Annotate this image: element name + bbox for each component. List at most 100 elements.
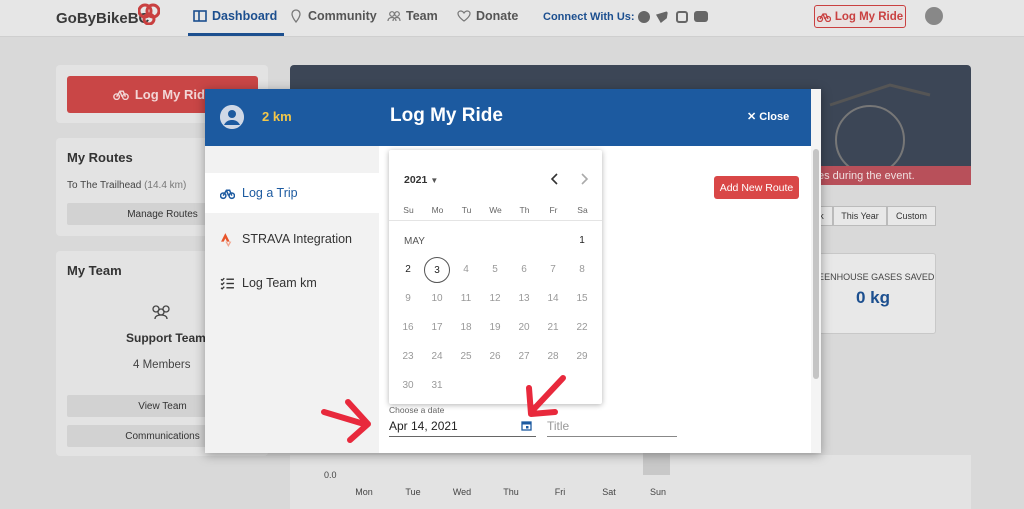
calendar-day: 19 [489,322,501,333]
annotation-arrow-icon [526,375,566,417]
title-input-underline [547,436,677,437]
chart-day-label: Tue [405,487,421,497]
calendar-day: 6 [521,264,527,275]
calendar-day: 15 [576,293,588,304]
scrollbar-thumb[interactable] [813,149,819,379]
calendar-divider [389,220,602,221]
nav-community[interactable]: Community [289,9,377,23]
team-icon [152,305,170,320]
nav-dashboard[interactable]: Dashboard [193,9,277,23]
date-field-underline [389,436,536,437]
sidebar-item-log-trip[interactable]: Log a Trip [205,173,379,213]
team-members-count: 4 Members [133,359,191,371]
add-new-route-button[interactable]: Add New Route [714,176,799,199]
modal-scrollbar[interactable] [811,89,821,453]
weekday-label: Fr [549,205,558,215]
chevron-right-icon[interactable] [577,172,591,186]
top-log-ride-label: Log My Ride [834,10,904,23]
checklist-icon [220,277,234,290]
facebook-icon[interactable] [638,11,650,23]
sidebar-item-label: STRAVA Integration [242,232,353,246]
chevron-left-icon[interactable] [548,172,562,186]
chart-day-label: Thu [503,487,519,497]
my-routes-title: My Routes [67,150,133,165]
route-name: To The Trailhead [67,180,142,191]
calendar-day: 12 [489,293,501,304]
year-selector[interactable]: 2021 ▼ [404,174,438,186]
route-item[interactable]: To The Trailhead (14.4 km) [67,180,186,191]
calendar-day: 17 [431,322,443,333]
calendar-day: 11 [460,293,472,304]
calendar-day[interactable]: 2 [395,257,421,283]
calendar-day: 31 [431,380,443,391]
chart-day-label: Sun [649,487,666,497]
calendar-day: 13 [518,293,530,304]
calendar-day: 4 [463,264,469,275]
sidebar-item-strava[interactable]: STRAVA Integration [205,219,379,259]
date-field[interactable]: Apr 14, 2021 [389,419,458,433]
sidebar-item-log-team[interactable]: Log Team km [205,263,379,303]
date-field-label: Choose a date [389,405,445,415]
route-distance: (14.4 km) [144,180,187,191]
calendar-day: 18 [460,322,472,333]
user-avatar[interactable] [925,7,943,25]
bike-icon [220,189,235,199]
left-log-ride-label: Log My Ride [134,87,213,102]
twitter-icon[interactable] [656,11,668,23]
weekday-label: Mo [431,205,444,215]
brand-logo-icon [138,3,160,25]
heart-icon [457,10,471,22]
sidebar-item-label: Log Team km [242,276,317,290]
calendar-day: 10 [431,293,443,304]
calendar-day: 16 [402,322,414,333]
bike-icon [112,90,129,100]
distance-total: 2 km [262,109,292,124]
chart-day-label: Wed [452,487,472,497]
nav-team[interactable]: Team [387,9,438,23]
youtube-icon[interactable] [694,11,708,22]
filter-custom[interactable]: Custom [887,206,936,226]
chart-day-label: Mon [355,487,373,497]
chart-axis-zero: 0.0 [324,470,337,480]
dashboard-icon [193,10,207,22]
calendar-day: 25 [460,351,472,362]
calendar-day: 14 [547,293,559,304]
calendar-day[interactable]: 3 [424,257,450,283]
calendar-day[interactable]: 1 [569,228,595,254]
instagram-icon[interactable] [676,11,688,23]
ghg-label: REENHOUSE GASES SAVED [811,272,935,282]
calendar-day: 20 [518,322,530,333]
year-label: 2021 [404,174,428,186]
calendar-day: 26 [489,351,501,362]
calendar-day: 21 [547,322,559,333]
calendar-day: 27 [518,351,530,362]
calendar-day: 30 [402,380,414,391]
annotation-arrow-icon [321,399,371,443]
close-label: Close [759,111,790,123]
nav-community-label: Community [308,9,377,23]
bike-icon [816,12,831,22]
calendar-day: 7 [550,264,556,275]
calendar-day: 28 [547,351,559,362]
weekday-label: Su [403,205,414,215]
weekday-label: We [489,205,502,215]
my-team-title: My Team [67,263,122,278]
team-name: Support Team [126,331,206,345]
chevron-down-icon: ▼ [430,175,439,185]
nav-dashboard-label: Dashboard [212,9,278,23]
nav-active-indicator [188,33,284,36]
sidebar-item-label: Log a Trip [242,186,298,200]
top-log-ride-button[interactable]: Log My Ride [814,5,906,28]
nav-donate[interactable]: Donate [457,9,518,23]
brand-logo-text[interactable]: GoByBikeBC [56,10,149,27]
weekday-label: Th [519,205,530,215]
team-icon [387,11,401,22]
calendar-day: 9 [405,293,411,304]
close-button[interactable]: ✕ Close [747,110,789,123]
chart-day-label: Sat [602,487,616,497]
ghg-saved-card: REENHOUSE GASES SAVED 0 kg [810,253,936,334]
filter-this-year[interactable]: This Year [833,206,887,226]
nav-team-label: Team [406,9,438,23]
close-icon: ✕ [747,111,757,123]
top-navbar: GoByBikeBC Dashboard Community Team Dona… [0,0,1024,37]
